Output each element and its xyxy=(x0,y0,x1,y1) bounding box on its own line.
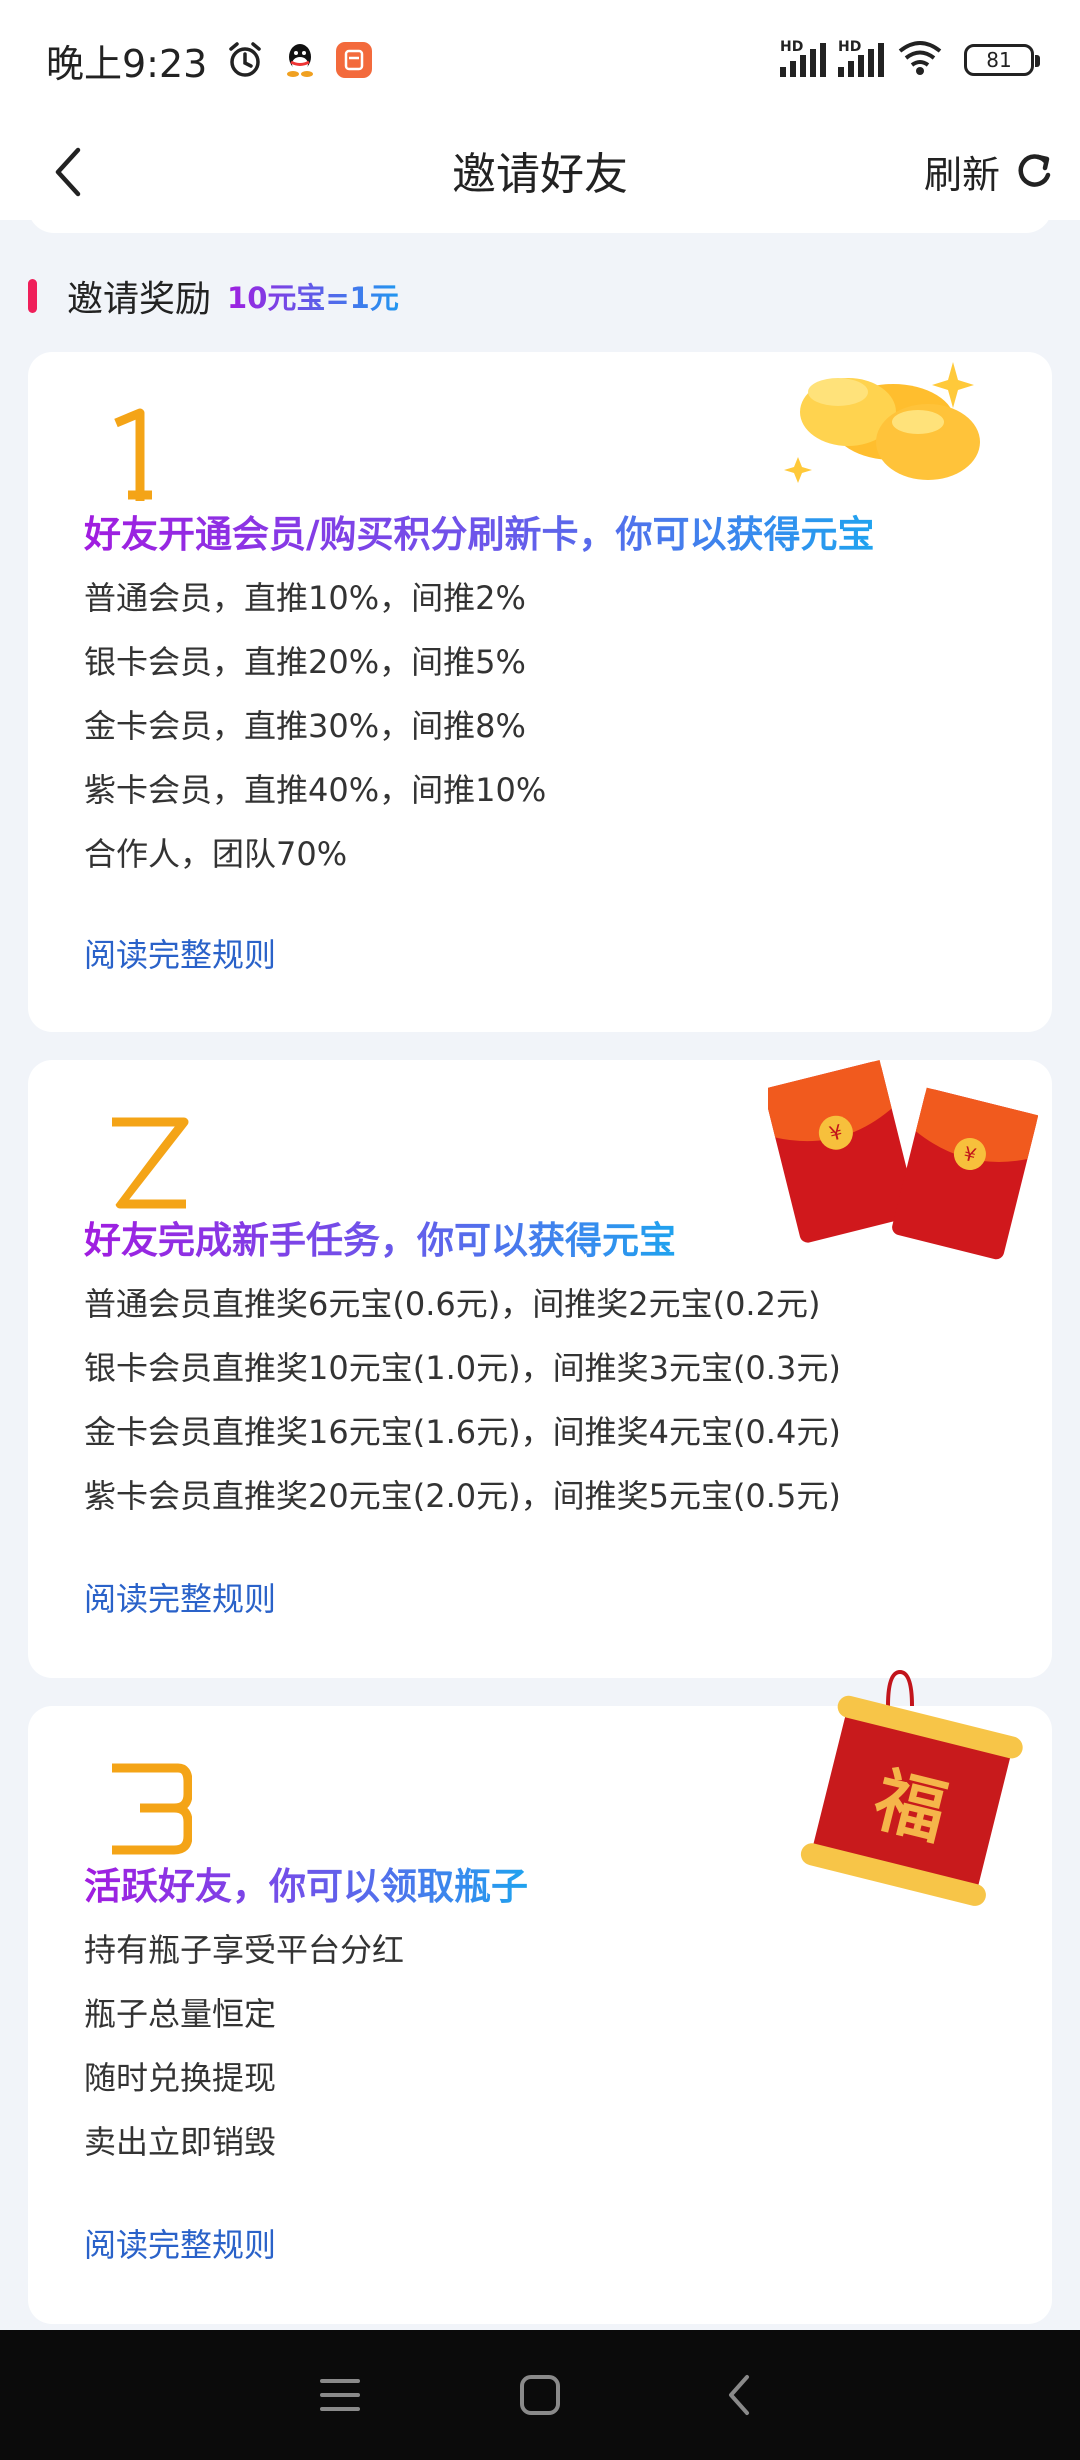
section-marker xyxy=(28,279,37,313)
list-item: 银卡会员直推奖10元宝(1.0元)，间推奖3元宝(0.3元) xyxy=(84,1349,841,1387)
status-bar: 晚上9:23 HD HD 81 xyxy=(0,0,1080,120)
list-item: 合作人，团队70% xyxy=(84,835,348,873)
card-3-rules-link[interactable]: 阅读完整规则 xyxy=(84,2220,276,2266)
card-3-lines: 持有瓶子享受平台分红 瓶子总量恒定 随时兑换提现 卖出立即销毁 xyxy=(84,1918,404,2174)
card-3-heading: 活跃好友，你可以领取瓶子 xyxy=(84,1856,528,1910)
list-item: 紫卡会员，直推40%，间推10% xyxy=(84,771,547,809)
system-nav-bar xyxy=(0,2330,1080,2460)
status-right: HD HD 81 xyxy=(780,39,1040,81)
red-envelope-icon: ¥ ¥ xyxy=(768,1059,1038,1260)
back-triangle-icon xyxy=(729,2375,749,2415)
card-2-rules-link[interactable]: 阅读完整规则 xyxy=(84,1574,276,1620)
fortune-scroll-icon: 福 xyxy=(800,1669,1023,1906)
number-3-icon xyxy=(112,1763,192,1855)
list-item: 金卡会员直推奖16元宝(1.6元)，间推奖4元宝(0.4元) xyxy=(84,1413,841,1451)
gold-ingot-icon xyxy=(784,362,980,483)
list-item: 紫卡会员直推奖20元宝(2.0元)，间推奖5元宝(0.5元) xyxy=(84,1477,841,1515)
home-button[interactable] xyxy=(505,2360,575,2430)
card-1-rules-link[interactable]: 阅读完整规则 xyxy=(84,930,276,976)
number-2-icon xyxy=(109,1117,189,1211)
card-2-lines: 普通会员直推奖6元宝(0.6元)，间推奖2元宝(0.2元) 银卡会员直推奖10元… xyxy=(84,1272,841,1528)
battery-level: 81 xyxy=(986,48,1012,72)
list-item: 随时兑换提现 xyxy=(84,2059,277,2097)
menu-button[interactable] xyxy=(305,2360,375,2430)
battery-icon: 81 xyxy=(964,44,1040,76)
previous-card-edge xyxy=(28,200,1052,233)
exchange-rate: 10元宝=1元 xyxy=(227,275,399,317)
list-item: 卖出立即销毁 xyxy=(84,2123,277,2161)
reward-card-3: 福 活跃好友，你可以领取瓶子 持有瓶子享受平台分红 瓶子总量恒定 随时兑换提现 … xyxy=(28,1669,1052,2324)
list-item: 银卡会员，直推20%，间推5% xyxy=(84,643,526,681)
list-item: 持有瓶子享受平台分红 xyxy=(84,1931,405,1969)
refresh-button[interactable]: 刷新 xyxy=(924,136,1054,206)
wifi-icon xyxy=(896,39,944,81)
section-header: 邀请奖励 10元宝=1元 xyxy=(28,270,399,322)
card-2-heading: 好友完成新手任务，你可以获得元宝 xyxy=(84,1210,676,1264)
alarm-icon xyxy=(225,40,265,80)
list-item: 普通会员直推奖6元宝(0.6元)，间推奖2元宝(0.2元) xyxy=(84,1285,821,1323)
section-title: 邀请奖励 xyxy=(67,279,212,320)
page-title: 邀请好友 xyxy=(452,149,628,200)
status-icons-left xyxy=(225,40,373,80)
list-item: 普通会员，直推10%，间推2% xyxy=(84,579,526,617)
hd-label-2: HD xyxy=(838,39,862,55)
home-icon xyxy=(520,2375,560,2415)
app-notification-icon xyxy=(335,41,373,79)
signal-icon-2: HD xyxy=(838,39,884,77)
card-1-heading: 好友开通会员/购买积分刷新卡，你可以获得元宝 xyxy=(84,504,875,558)
reward-card-2: ¥ ¥ 好友完成新手任务，你可以获得元宝 普通会员直推奖6元宝(0.6元)，间推… xyxy=(28,1059,1052,1678)
menu-icon xyxy=(320,2379,360,2411)
list-item: 瓶子总量恒定 xyxy=(84,1995,277,2033)
status-time: 晚上9:23 xyxy=(46,41,208,86)
hd-label: HD xyxy=(780,39,804,55)
card-1-lines: 普通会员，直推10%，间推2% 银卡会员，直推20%，间推5% 金卡会员，直推3… xyxy=(84,566,546,886)
number-1-icon xyxy=(114,408,152,501)
qq-icon xyxy=(283,40,317,80)
list-item: 金卡会员，直推30%，间推8% xyxy=(84,707,526,745)
refresh-label: 刷新 xyxy=(923,152,1000,197)
system-back-button[interactable] xyxy=(705,2360,775,2430)
signal-icon: HD xyxy=(780,39,826,77)
reward-card-1: 好友开通会员/购买积分刷新卡，你可以获得元宝 普通会员，直推10%，间推2% 银… xyxy=(28,352,1052,1032)
refresh-icon xyxy=(1018,154,1051,187)
